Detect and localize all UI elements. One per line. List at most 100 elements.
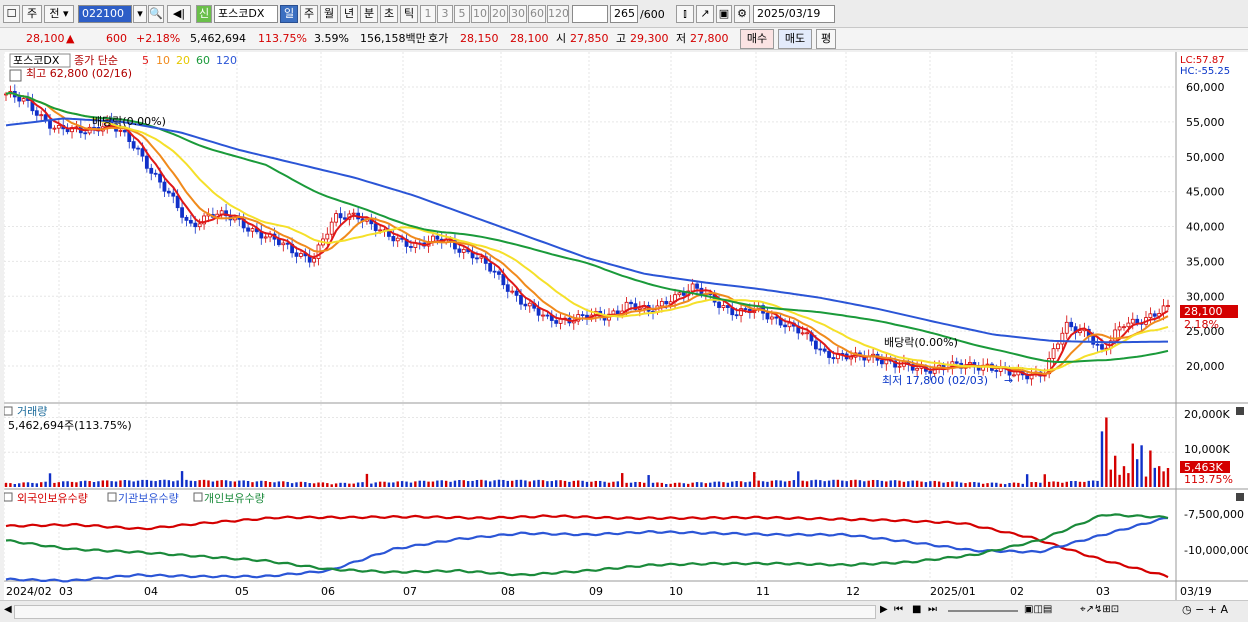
volume-bar xyxy=(788,480,791,487)
search-icon[interactable]: 🔍 xyxy=(148,5,164,23)
volume-bar xyxy=(643,482,646,487)
volume-bar xyxy=(4,482,8,487)
minute-option-20[interactable]: 20 xyxy=(490,5,508,23)
retail-toggle-icon[interactable] xyxy=(193,492,203,502)
gear-icon[interactable]: ⚙ xyxy=(734,5,750,23)
volume-bar xyxy=(1105,417,1108,487)
volume-bar xyxy=(1074,481,1077,487)
volume-bar xyxy=(889,480,892,487)
volume-bar xyxy=(436,480,439,487)
ma-10-label[interactable]: 10 xyxy=(156,54,170,67)
volume-bar xyxy=(779,480,782,487)
ma-120-label[interactable]: 120 xyxy=(216,54,237,67)
interval-2[interactable]: 월 xyxy=(320,5,338,23)
stop-icon[interactable]: ■ xyxy=(912,604,921,615)
candle-body xyxy=(162,181,167,192)
volume-bar xyxy=(616,481,620,487)
holding-close-icon[interactable] xyxy=(1236,493,1244,501)
custom-interval-field[interactable] xyxy=(572,5,608,23)
lc-value: LC:57.87 xyxy=(1180,55,1225,66)
holding-panel-toggle-icon[interactable] xyxy=(3,492,13,502)
zoom-controls[interactable]: ◷ − + A xyxy=(1182,603,1228,616)
tool-icons[interactable]: ⌖↗↯⊞⊡ xyxy=(1080,604,1119,615)
interval-6[interactable]: 틱 xyxy=(400,5,418,23)
layout-icon[interactable]: ▣◫▤ xyxy=(1024,604,1052,615)
bid-price: 28,100 xyxy=(510,32,549,45)
volume-bar xyxy=(1030,482,1033,487)
volume-bar xyxy=(185,479,188,487)
volume-title[interactable]: 거래량 xyxy=(17,405,47,418)
compare-select[interactable]: 전 ▾ xyxy=(44,5,74,23)
speed-slider[interactable] xyxy=(948,610,1018,612)
forward-icon[interactable]: ⏭ xyxy=(928,604,937,615)
date-input[interactable]: 2025/03/19 xyxy=(753,5,835,23)
candle-body xyxy=(43,114,48,121)
minute-option-1[interactable]: 1 xyxy=(420,5,436,23)
volume-bar xyxy=(647,475,650,487)
speaker-icon[interactable]: ◀| xyxy=(167,5,191,23)
volume-bar xyxy=(528,481,531,487)
volume-bar xyxy=(1118,474,1121,487)
interval-5[interactable]: 초 xyxy=(380,5,398,23)
chart-area[interactable]: 포스코DX 종가 단순 5 10 20 60 120 최고 62,800 (02… xyxy=(3,52,1248,600)
minute-option-3[interactable]: 3 xyxy=(437,5,453,23)
volume-panel-toggle-icon[interactable] xyxy=(3,406,13,416)
current-price: 28,100 xyxy=(26,32,65,45)
stock-code-input[interactable]: 022100 xyxy=(78,5,132,23)
inst-toggle-icon[interactable] xyxy=(107,492,117,502)
candle-body xyxy=(514,290,519,296)
candle-body xyxy=(184,216,189,221)
bar-count-input[interactable]: 265 xyxy=(610,5,638,23)
volume-bar xyxy=(497,479,501,487)
volume-bar xyxy=(207,480,210,487)
candle-style-icon[interactable]: ⫾ xyxy=(676,5,694,23)
volume-bar xyxy=(1021,483,1024,487)
ma-20-label[interactable]: 20 xyxy=(176,54,190,67)
volume-bar xyxy=(823,481,826,487)
interval-4[interactable]: 분 xyxy=(360,5,378,23)
interval-3[interactable]: 년 xyxy=(340,5,358,23)
sell-button[interactable]: 매도 xyxy=(778,29,812,49)
volume-bar xyxy=(1069,481,1073,487)
panel-toggle-icon[interactable] xyxy=(9,69,22,82)
save-icon[interactable]: ▣ xyxy=(716,5,732,23)
candle-body xyxy=(994,370,999,372)
volume-bar xyxy=(1012,482,1016,487)
volume-close-icon[interactable] xyxy=(1236,407,1244,415)
volume-bar xyxy=(1091,480,1095,487)
period-type-select[interactable]: 주 xyxy=(22,5,42,23)
retail-holding-label[interactable]: 개인보유수량 xyxy=(204,492,265,505)
chart-svg[interactable]: 포스코DX 종가 단순 5 10 20 60 120 최고 62,800 (02… xyxy=(3,52,1248,600)
minute-option-30[interactable]: 30 xyxy=(509,5,527,23)
institution-holding-label[interactable]: 기관보유수량 xyxy=(118,492,179,505)
candle-body xyxy=(1117,326,1122,331)
indicator-icon[interactable]: ↗ xyxy=(696,5,714,23)
minute-option-5[interactable]: 5 xyxy=(454,5,470,23)
price-change-pct: +2.18% xyxy=(136,32,181,45)
interval-1[interactable]: 주 xyxy=(300,5,318,23)
candle-body xyxy=(523,303,528,307)
foreign-holding-label[interactable]: 외국인보유수량 xyxy=(17,492,88,505)
volume-bar xyxy=(673,482,677,487)
rewind-icon[interactable]: ⏮ xyxy=(894,604,903,615)
window-menu-icon[interactable]: ☐ xyxy=(3,5,20,23)
volume-bar xyxy=(251,482,254,487)
horizontal-scrollbar[interactable] xyxy=(14,605,876,619)
candle-body xyxy=(312,258,317,263)
ma-60-label[interactable]: 60 xyxy=(196,54,210,67)
eval-button[interactable]: 평 xyxy=(816,29,836,49)
candle-body xyxy=(690,283,695,292)
interval-0[interactable]: 일 xyxy=(280,5,298,23)
ma-5-label[interactable]: 5 xyxy=(142,54,149,67)
minute-option-10[interactable]: 10 xyxy=(471,5,489,23)
stock-name-field[interactable]: 포스코DX xyxy=(214,5,278,23)
code-dropdown-icon[interactable]: ▾ xyxy=(133,5,147,23)
scroll-right-icon[interactable]: ▶ xyxy=(880,604,888,615)
indicator-label[interactable]: 종가 단순 xyxy=(74,54,118,67)
candle-body xyxy=(897,365,902,368)
volume-bar xyxy=(150,480,153,487)
scroll-left-icon[interactable]: ◀ xyxy=(4,604,12,615)
minute-option-60[interactable]: 60 xyxy=(528,5,546,23)
minute-option-120[interactable]: 120 xyxy=(547,5,569,23)
buy-button[interactable]: 매수 xyxy=(740,29,774,49)
